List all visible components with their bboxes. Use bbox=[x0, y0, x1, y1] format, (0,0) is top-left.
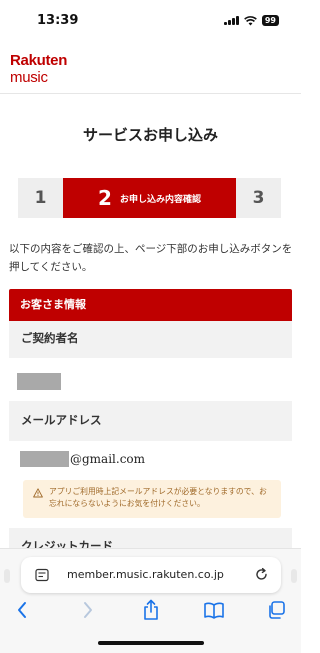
browser-toolbar bbox=[0, 598, 301, 624]
intro-text: 以下の内容をご確認の上、ページ下部のお申し込みボタンを押してください。 bbox=[9, 243, 293, 273]
logo-line2: music bbox=[10, 69, 48, 86]
address-bar[interactable]: member.music.rakuten.co.jp bbox=[21, 557, 281, 593]
share-button[interactable] bbox=[139, 598, 163, 622]
step-1-number: 1 bbox=[34, 188, 47, 208]
tabs-icon bbox=[269, 601, 285, 619]
email-domain: @gmail.com bbox=[70, 452, 146, 466]
forward-button[interactable] bbox=[76, 598, 100, 622]
back-icon bbox=[18, 602, 26, 618]
email-notice: アプリご利用時上記メールアドレスが必要となりますので、お忘れにならないようにお気… bbox=[23, 480, 281, 518]
redacted-contract-name bbox=[17, 373, 61, 390]
home-indicator[interactable] bbox=[98, 641, 204, 645]
step-2-number: 2 bbox=[98, 186, 112, 210]
redacted-email-user bbox=[20, 451, 69, 467]
contract-name-label: ご契約者名 bbox=[9, 321, 292, 358]
forward-icon bbox=[84, 602, 92, 618]
bookmarks-icon bbox=[204, 602, 224, 619]
step-3-number: 3 bbox=[252, 188, 265, 208]
page-menu-icon[interactable] bbox=[35, 568, 49, 582]
step-2-label: お申し込み内容確認 bbox=[119, 194, 201, 205]
header-divider bbox=[0, 93, 301, 94]
step-3: 3 bbox=[236, 178, 281, 218]
status-time: 13:39 bbox=[37, 13, 79, 28]
url-text[interactable]: member.music.rakuten.co.jp bbox=[67, 557, 224, 593]
status-icons: 99 bbox=[224, 15, 279, 26]
status-bar: 13:39 99 bbox=[0, 0, 301, 44]
notice-text: アプリご利用時上記メールアドレスが必要となりますので、お忘れにならないようにお気… bbox=[49, 487, 267, 508]
step-2-active: 2 お申し込み内容確認 bbox=[63, 178, 236, 218]
back-button[interactable] bbox=[10, 598, 34, 622]
signal-icon bbox=[224, 16, 239, 25]
warning-icon bbox=[33, 488, 43, 498]
email-label: メールアドレス bbox=[9, 401, 292, 441]
wifi-icon bbox=[244, 15, 257, 25]
section-header-customer-info: お客さま情報 bbox=[9, 289, 292, 321]
next-tab-peek[interactable] bbox=[291, 569, 297, 583]
step-indicator: 1 2 お申し込み内容確認 3 bbox=[18, 178, 281, 218]
battery-icon: 99 bbox=[261, 15, 279, 26]
reload-icon[interactable] bbox=[254, 567, 269, 582]
tabs-button[interactable] bbox=[264, 598, 288, 622]
step-1: 1 bbox=[18, 178, 63, 218]
prev-tab-peek[interactable] bbox=[4, 569, 10, 583]
rakuten-music-logo[interactable]: Rakuten music bbox=[10, 52, 67, 86]
bookmarks-button[interactable] bbox=[202, 598, 226, 622]
logo-line1: Rakuten bbox=[10, 52, 68, 69]
share-icon bbox=[144, 599, 158, 620]
page-title: サービスお申し込み bbox=[82, 126, 218, 144]
